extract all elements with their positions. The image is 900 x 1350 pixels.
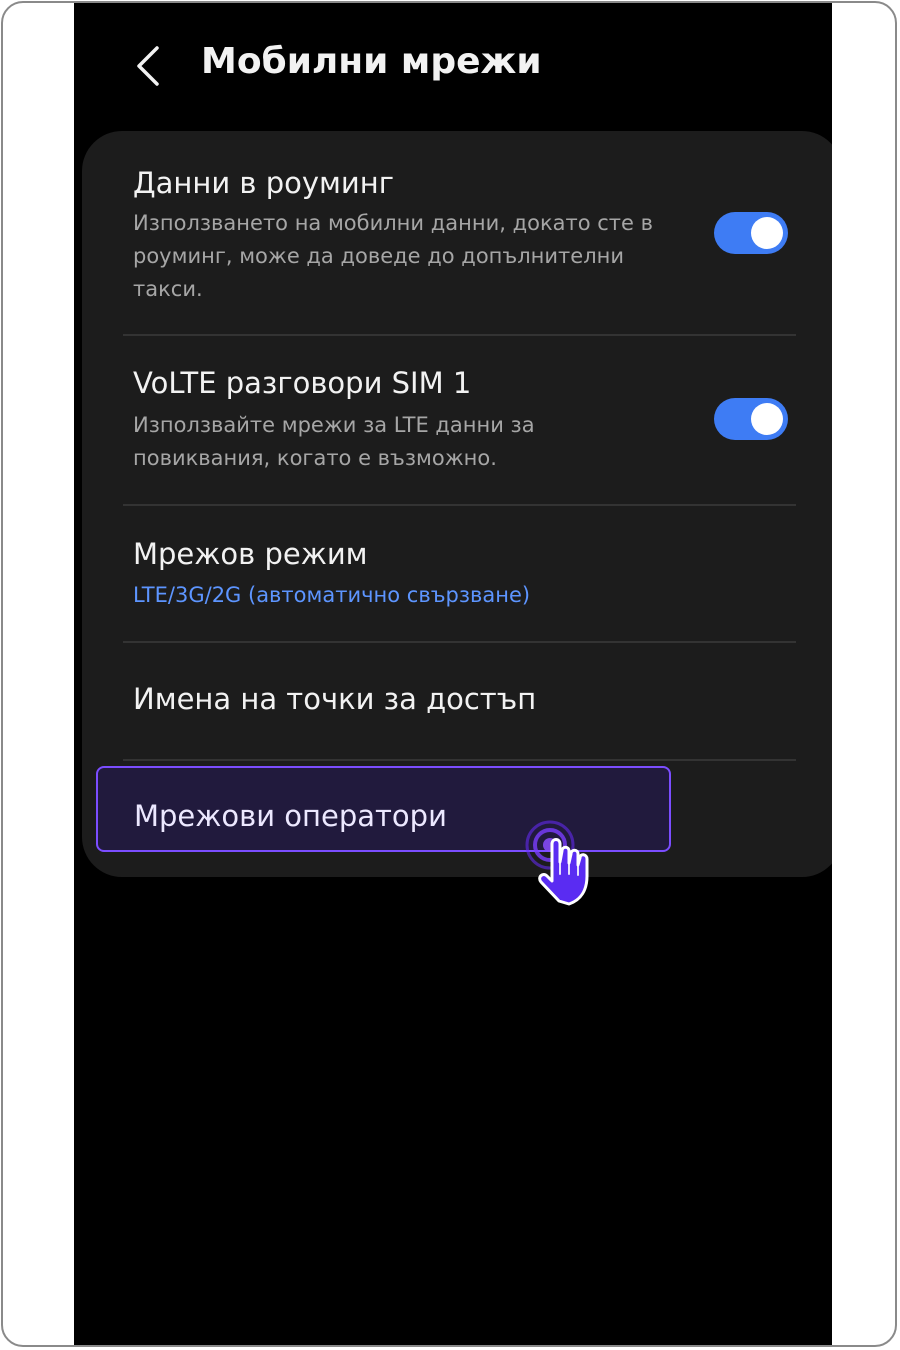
data-roaming-toggle[interactable] — [714, 212, 788, 254]
setting-description: Използвайте мрежи за LTE данни за повикв… — [133, 413, 535, 470]
setting-value: LTE/3G/2G (автоматично свързване) — [133, 583, 531, 607]
setting-description: Използването на мобилни данни, докато ст… — [133, 211, 654, 301]
back-button[interactable] — [122, 38, 174, 94]
toggle-knob — [751, 403, 783, 435]
toggle-knob — [751, 217, 783, 249]
tap-hand-icon — [525, 820, 589, 906]
setting-title: Мрежови оператори — [134, 799, 447, 833]
app-bar: Мобилни мрежи — [74, 3, 832, 131]
chevron-left-icon — [137, 46, 159, 86]
setting-title: Мрежов режим — [133, 537, 368, 571]
page-title: Мобилни мрежи — [201, 41, 542, 82]
divider — [123, 759, 796, 761]
setting-title: Имена на точки за достъп — [133, 682, 537, 716]
setting-title: Данни в роуминг — [133, 166, 394, 200]
setting-row-volte[interactable]: VoLTE разговори SIM 1 Използвайте мрежи … — [82, 336, 832, 504]
setting-title: VoLTE разговори SIM 1 — [133, 366, 472, 400]
volte-toggle[interactable] — [714, 398, 788, 440]
setting-row-data-roaming[interactable]: Данни в роуминг Използването на мобилни … — [82, 131, 832, 335]
phone-screen: Мобилни мрежи Данни в роуминг Използване… — [74, 3, 832, 1345]
setting-row-access-point-names[interactable]: Имена на точки за достъп — [82, 643, 832, 759]
setting-row-network-mode[interactable]: Мрежов режим LTE/3G/2G (автоматично свър… — [82, 506, 832, 642]
device-frame: Мобилни мрежи Данни в роуминг Използване… — [1, 1, 897, 1347]
